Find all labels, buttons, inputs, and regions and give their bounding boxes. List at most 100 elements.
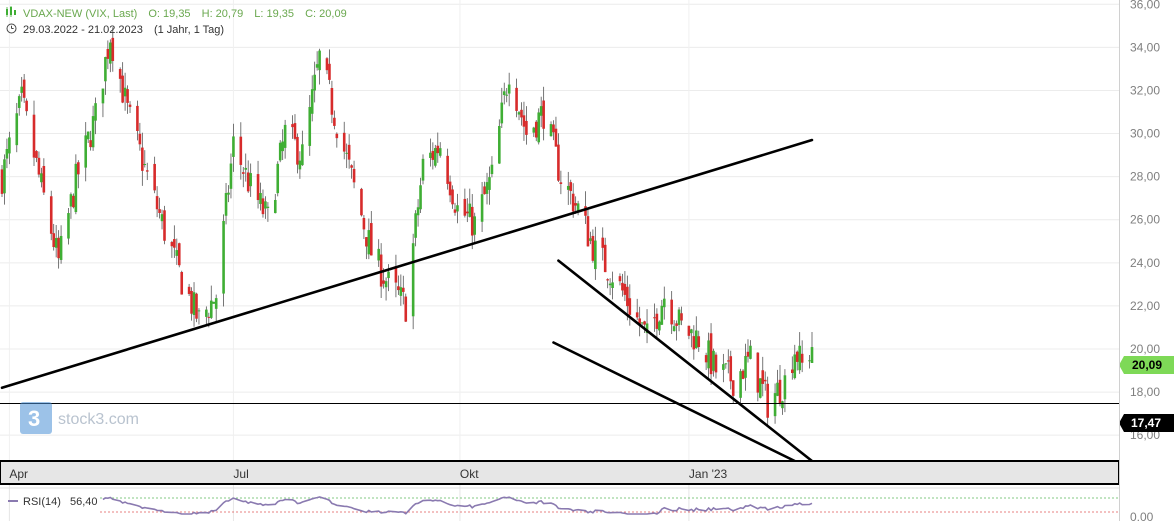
candle-down <box>261 189 265 218</box>
y-tick-label: 26,00 <box>1130 213 1160 227</box>
candle-down <box>190 287 193 321</box>
x-tick-label: Apr <box>9 467 28 481</box>
candle-down <box>173 225 176 258</box>
candle-down <box>451 185 454 209</box>
reference-price-badge: 17,47 <box>1119 414 1174 432</box>
candle-up <box>209 285 213 320</box>
candle-down <box>584 191 587 224</box>
candle-up <box>212 301 216 304</box>
candle-down <box>177 242 181 268</box>
candle-up <box>308 95 312 156</box>
last-price-badge: 20,09 <box>1119 356 1174 374</box>
candle-down <box>436 132 440 163</box>
candle-down <box>246 160 250 193</box>
candle-up <box>310 75 314 122</box>
candle-up <box>776 369 779 397</box>
rsi-y-tick: 0,00 <box>1130 510 1154 521</box>
candle-up <box>54 225 58 258</box>
instrument-icon <box>6 6 16 17</box>
candle-down <box>138 122 142 151</box>
candle-down <box>670 291 673 334</box>
candle-down <box>606 278 609 289</box>
candle-down <box>128 101 132 114</box>
candle-up <box>662 286 666 320</box>
y-tick-label: 18,00 <box>1130 385 1160 399</box>
candle-up <box>266 202 270 222</box>
time-axis[interactable] <box>0 460 1120 485</box>
candle-down <box>635 298 639 321</box>
candle-up <box>232 123 235 172</box>
candle-down <box>118 67 122 93</box>
chart-area[interactable]: 36,00 34,00 32,00 30,00 28,00 26,00 24,00 22,00… <box>0 0 1174 526</box>
candle-up <box>249 163 252 197</box>
candle-up <box>712 348 715 377</box>
candle-down <box>293 114 297 141</box>
candle-up <box>278 140 282 163</box>
trendline[interactable] <box>557 259 814 463</box>
candle-up <box>59 225 63 264</box>
candle-down <box>25 98 28 116</box>
candle-down <box>800 340 804 373</box>
candle-down <box>638 306 641 337</box>
candle-up <box>69 192 73 219</box>
candle-up <box>502 82 506 105</box>
candle-up <box>345 143 348 169</box>
candle-up <box>227 185 230 203</box>
candle-up <box>808 354 811 369</box>
x-tick-label: Jan '23 <box>689 467 728 481</box>
high-value: H: 20,79 <box>202 8 244 20</box>
candle-up <box>783 369 787 413</box>
candle-up <box>488 166 491 205</box>
candle-down <box>126 85 129 114</box>
candle-down <box>158 197 161 219</box>
candle-up <box>707 332 710 378</box>
candle-up <box>123 72 127 111</box>
candle-up <box>91 105 95 151</box>
candle-up <box>672 320 676 332</box>
candle-up <box>40 167 43 188</box>
x-tick-label: Jul <box>233 467 248 481</box>
candle-up <box>500 87 504 129</box>
candle-down <box>333 110 336 130</box>
y-tick-label: 34,00 <box>1130 40 1160 54</box>
candle-down <box>291 115 294 139</box>
candle-down <box>603 237 607 273</box>
candle-up <box>480 181 484 233</box>
candle-down <box>795 350 799 371</box>
candle-down <box>431 142 435 170</box>
candle-down <box>623 271 627 302</box>
candle-up <box>421 154 425 185</box>
candle-up <box>367 218 371 260</box>
x-tick-label: Okt <box>460 467 479 481</box>
candle-up <box>724 363 728 369</box>
candle-down <box>618 273 622 286</box>
y-tick-label: 36,00 <box>1130 0 1160 11</box>
candle-up <box>101 88 105 118</box>
candle-up <box>192 282 196 327</box>
candle-down <box>791 356 794 380</box>
candle-down <box>726 349 730 374</box>
candle-down <box>470 194 474 250</box>
candle-up <box>758 378 762 399</box>
candle-up <box>244 153 248 182</box>
candle-down <box>187 283 191 296</box>
candle-down <box>0 165 4 198</box>
candle-up <box>608 278 612 296</box>
candle-down <box>569 179 573 205</box>
candle-up <box>517 111 521 121</box>
candle-down <box>466 198 469 223</box>
candle-up <box>485 172 489 205</box>
candle-down <box>761 356 765 397</box>
candle-up <box>438 142 442 158</box>
candle-down <box>347 134 351 169</box>
candle-down <box>463 188 467 218</box>
y-tick-label: 32,00 <box>1130 83 1160 97</box>
candle-down <box>586 208 590 247</box>
trendline[interactable] <box>0 138 814 390</box>
candle-down <box>404 293 408 323</box>
candle-down <box>370 211 373 256</box>
candle-up <box>490 156 494 178</box>
candle-up <box>160 209 164 230</box>
y-tick-label: 22,00 <box>1130 299 1160 313</box>
candle-up <box>264 196 267 219</box>
